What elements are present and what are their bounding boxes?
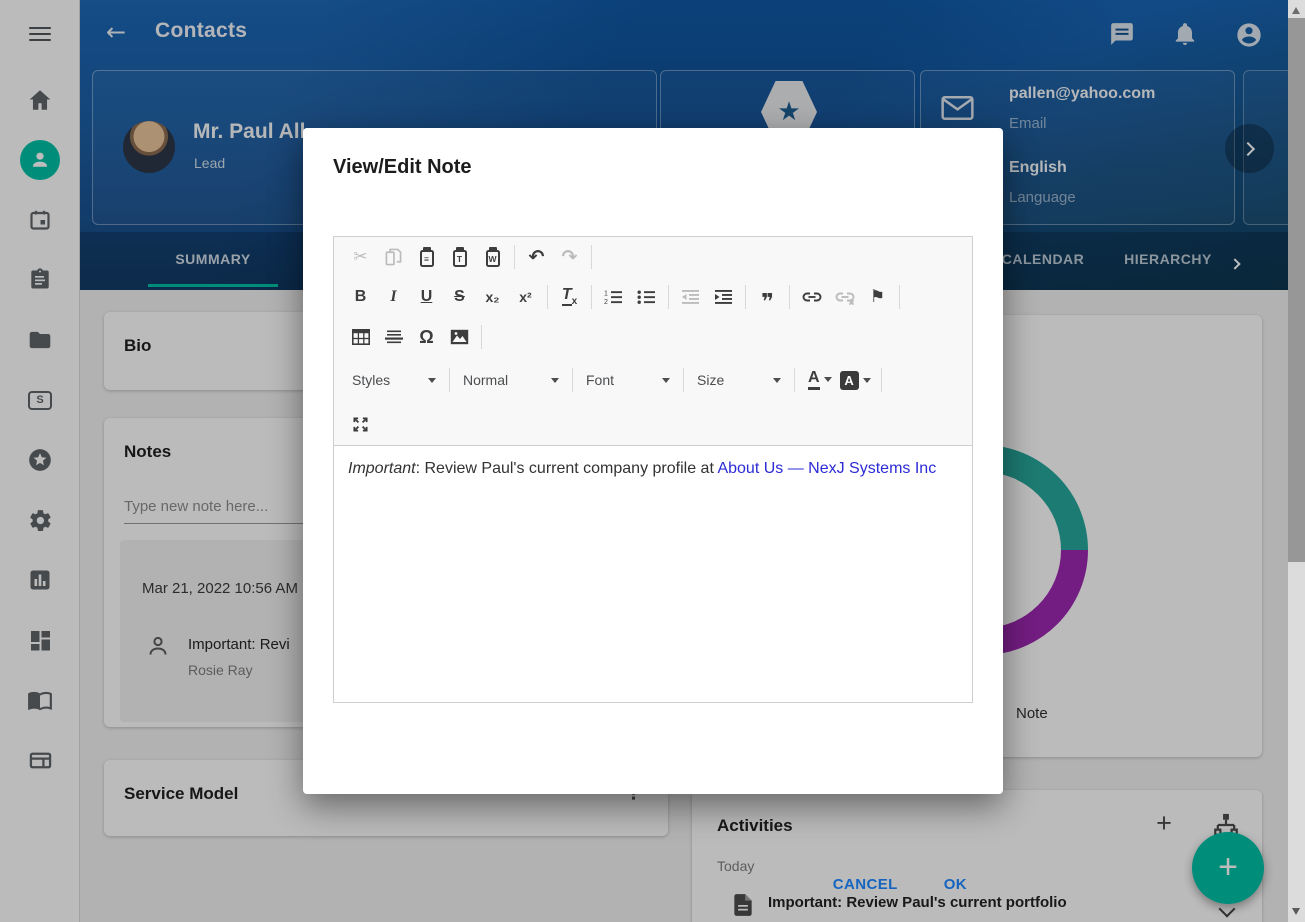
editor-toolbar-row-3: Ω [334,317,972,357]
font-dropdown[interactable]: Font [578,365,678,395]
paste-icon: ≡ [420,250,434,267]
indent-icon [715,289,733,305]
note-body-italic: Important [348,460,416,477]
redo-button[interactable]: ↷ [553,243,586,271]
horizontal-line-button[interactable] [377,323,410,351]
ok-button[interactable]: OK [944,876,967,893]
rich-text-editor: ✂ ≡ T W ↶ ↷ B I U S x₂ x² T [333,236,973,703]
cancel-button[interactable]: CANCEL [833,876,898,893]
background-color-icon: A [840,371,859,390]
editor-toolbar-row-4: Styles Normal Font Size A A [334,357,972,403]
paste-text-icon: T [453,250,467,267]
increase-indent-button[interactable] [707,283,740,311]
numbered-list-button[interactable]: 12 [597,283,630,311]
editor-toolbar-row-1: ✂ ≡ T W ↶ ↷ [334,237,972,277]
table-icon [352,329,370,345]
text-color-button[interactable]: A [808,370,832,390]
paragraph-format-dropdown[interactable]: Normal [455,365,567,395]
decrease-indent-button[interactable] [674,283,707,311]
cut-button[interactable]: ✂ [344,243,377,271]
ordered-list-icon: 12 [604,289,623,305]
maximize-icon [352,416,369,433]
underline-button[interactable]: U [410,283,443,311]
insert-image-button[interactable] [443,323,476,351]
dialog-title: View/Edit Note [333,156,472,179]
maximize-button[interactable] [344,410,377,438]
page-scrollbar[interactable] [1288,0,1305,922]
paste-plain-text-button[interactable]: T [443,243,476,271]
bulleted-list-button[interactable] [630,283,663,311]
remove-format-button[interactable]: Tx [553,283,586,311]
copy-button[interactable] [377,243,410,271]
anchor-button[interactable]: ⚑ [861,283,894,311]
background-color-button[interactable]: A [840,371,871,390]
undo-button[interactable]: ↶ [520,243,553,271]
strikethrough-button[interactable]: S [443,283,476,311]
link-button[interactable] [795,283,828,311]
superscript-button[interactable]: x² [509,283,542,311]
chevron-down-icon [662,378,670,383]
note-body-link[interactable]: About Us — NexJ Systems Inc [717,460,936,477]
image-icon [450,329,469,345]
note-body-text: : Review Paul's current company profile … [416,460,718,477]
scrollbar-up-arrow[interactable] [1292,7,1300,14]
paste-word-icon: W [486,250,500,267]
insert-table-button[interactable] [344,323,377,351]
link-icon [802,290,822,304]
chevron-down-icon [773,378,781,383]
copy-icon [385,248,402,266]
svg-text:1: 1 [604,291,608,298]
app-window: S ← Contacts [0,0,1305,922]
svg-text:2: 2 [604,299,608,305]
subscript-button[interactable]: x₂ [476,283,509,311]
paste-button[interactable]: ≡ [410,243,443,271]
unlink-button[interactable] [828,283,861,311]
editor-content[interactable]: Important: Review Paul's current company… [334,445,972,702]
chevron-down-icon [428,378,436,383]
remove-format-icon: Tx [562,287,577,307]
paste-from-word-button[interactable]: W [476,243,509,271]
outdent-icon [682,289,700,305]
unordered-list-icon [637,289,656,305]
bold-button[interactable]: B [344,283,377,311]
size-dropdown[interactable]: Size [689,365,789,395]
editor-toolbar-row-2: B I U S x₂ x² Tx 12 [334,277,972,317]
view-edit-note-dialog: View/Edit Note ✂ ≡ T W ↶ ↷ B I U [303,128,1003,794]
scrollbar-thumb[interactable] [1288,18,1305,562]
horizontal-line-icon [385,329,403,345]
styles-dropdown[interactable]: Styles [344,365,444,395]
editor-toolbar-row-5 [334,403,972,445]
blockquote-button[interactable]: ❞ [751,283,784,311]
special-character-button[interactable]: Ω [410,323,443,351]
chevron-down-icon [551,378,559,383]
scrollbar-down-arrow[interactable] [1292,908,1300,915]
dialog-actions: CANCEL OK [833,876,967,893]
unlink-icon [835,289,855,305]
text-color-icon: A [808,370,820,390]
italic-button[interactable]: I [377,283,410,311]
